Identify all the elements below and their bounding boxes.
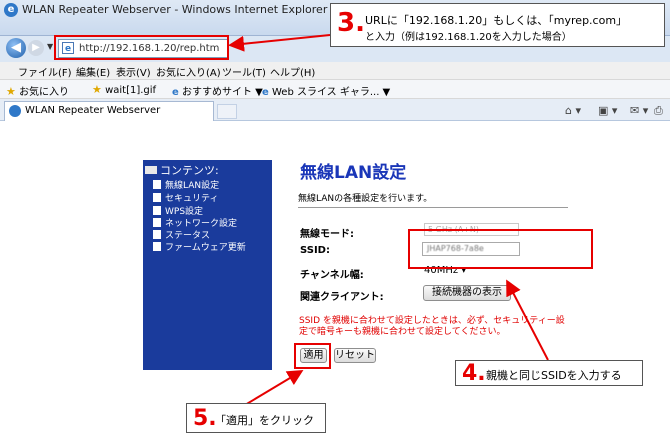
step-3-number: 3. [337, 8, 365, 38]
step-4-number: 4. [462, 361, 486, 386]
callout-step-3: 3. URLに「192.168.1.20」もしくは、「myrep.com」 と入… [330, 3, 665, 47]
step-3-line-1: URLに「192.168.1.20」もしくは、「myrep.com」 [365, 14, 628, 27]
step-5-text: 「適用」をクリック [215, 414, 314, 427]
callout-step-4: 4. 親機と同じSSIDを入力する [455, 360, 643, 386]
step-3-line-2: と入力（例は192.168.1.20を入力した場合） [365, 32, 572, 43]
arrow-to-ssid [506, 279, 549, 361]
arrow-to-address [228, 34, 331, 52]
arrow-to-apply [244, 369, 304, 406]
callout-step-5: 5. 「適用」をクリック [186, 403, 326, 433]
step-4-text: 親機と同じSSIDを入力する [486, 369, 622, 382]
step-5-number: 5. [193, 406, 217, 431]
